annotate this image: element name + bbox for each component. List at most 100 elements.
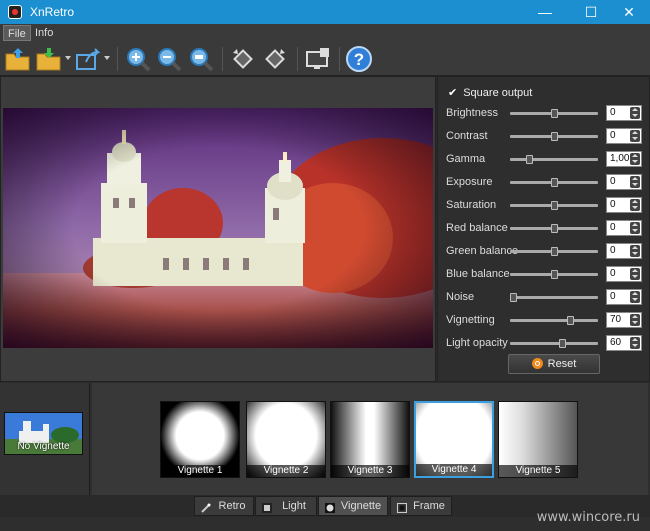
share-icon[interactable] <box>74 45 102 73</box>
contrast-spinbox[interactable]: 0 <box>606 128 642 144</box>
param-row-red-balance: Red balance 0 <box>438 219 650 237</box>
spinbox-arrows-icon[interactable] <box>630 222 640 234</box>
gamma-slider[interactable] <box>510 158 598 161</box>
slider-thumb[interactable] <box>550 132 558 141</box>
app-icon <box>8 5 22 19</box>
red-balance-spinbox[interactable]: 0 <box>606 220 642 236</box>
slider-thumb[interactable] <box>550 109 558 118</box>
spinbox-arrows-icon[interactable] <box>630 107 640 119</box>
preset-area: No Vignette Vignette 1 Vignette 2 Vignette… <box>0 383 650 531</box>
spinbox-arrows-icon[interactable] <box>630 199 640 211</box>
param-row-green-balance: Green balance 0 <box>438 242 650 260</box>
vignette-thumbnail-2[interactable]: Vignette 2 <box>246 401 326 478</box>
save-dropdown-caret[interactable] <box>65 56 71 60</box>
slider-thumb[interactable] <box>558 339 566 348</box>
noise-spinbox[interactable]: 0 <box>606 289 642 305</box>
save-folder-icon[interactable] <box>35 45 63 73</box>
zoom-in-icon[interactable] <box>124 45 152 73</box>
tab-retro[interactable]: Retro <box>194 496 254 516</box>
tab-light[interactable]: Light <box>255 496 317 516</box>
vignette-label: Vignette 5 <box>499 465 577 477</box>
menu-info[interactable]: Info <box>31 25 57 41</box>
spinbox-arrows-icon[interactable] <box>630 337 640 349</box>
slider-thumb[interactable] <box>550 224 558 233</box>
vignette-label: Vignette 1 <box>161 465 239 477</box>
maximize-button[interactable]: ☐ <box>570 0 612 24</box>
preview-area <box>0 76 436 382</box>
square-output-checkbox[interactable]: ✔ Square output <box>448 86 532 99</box>
close-button[interactable]: ✕ <box>608 0 650 24</box>
param-label: Red balance <box>446 222 508 234</box>
vignette-label: Vignette 2 <box>247 465 325 477</box>
exposure-spinbox[interactable]: 0 <box>606 174 642 190</box>
vignette-label: Vignette 4 <box>416 464 492 476</box>
spinbox-arrows-icon[interactable] <box>630 176 640 188</box>
open-folder-icon[interactable] <box>4 45 32 73</box>
blue-balance-spinbox[interactable]: 0 <box>606 266 642 282</box>
tab-frame[interactable]: Frame <box>390 496 452 516</box>
toolbar-separator <box>297 47 298 71</box>
no-vignette-label: No Vignette <box>17 441 70 452</box>
reset-icon <box>531 358 543 369</box>
noise-slider[interactable] <box>510 296 598 299</box>
gamma-spinbox[interactable]: 1,00 <box>606 151 642 167</box>
spinbox-arrows-icon[interactable] <box>630 153 640 165</box>
rotate-right-icon[interactable] <box>261 45 289 73</box>
spinbox-arrows-icon[interactable] <box>630 291 640 303</box>
tab-label: Frame <box>413 500 445 512</box>
spinbox-arrows-icon[interactable] <box>630 268 640 280</box>
rotate-left-icon[interactable] <box>229 45 257 73</box>
light-opacity-spinbox[interactable]: 60 <box>606 335 642 351</box>
slider-thumb[interactable] <box>550 201 558 210</box>
param-row-blue-balance: Blue balance 0 <box>438 265 650 283</box>
spinbox-arrows-icon[interactable] <box>630 314 640 326</box>
no-vignette-thumbnail[interactable]: No Vignette <box>4 412 83 455</box>
toolbar-separator <box>117 47 118 71</box>
spinbox-value: 0 <box>610 130 616 141</box>
param-row-brightness: Brightness 0 <box>438 104 650 122</box>
tab-vignette[interactable]: Vignette <box>318 496 388 516</box>
square-output-label: Square output <box>463 87 533 99</box>
adjustments-panel: ✔ Square output Brightness 0 Contrast 0 Gamma… <box>437 76 650 382</box>
spinbox-value: 0 <box>610 291 616 302</box>
vignette-thumbnail-5[interactable]: Vignette 5 <box>498 401 578 478</box>
slider-thumb[interactable] <box>510 293 517 302</box>
wallpaper-icon[interactable] <box>304 45 332 73</box>
help-icon[interactable]: ? <box>345 45 373 73</box>
reset-label: Reset <box>547 358 577 370</box>
saturation-spinbox[interactable]: 0 <box>606 197 642 213</box>
slider-thumb[interactable] <box>526 155 534 164</box>
minimize-button[interactable]: — <box>524 0 566 24</box>
tab-label: Vignette <box>340 500 382 512</box>
checkmark-icon: ✔ <box>448 87 458 99</box>
brightness-spinbox[interactable]: 0 <box>606 105 642 121</box>
vignetting-slider[interactable] <box>510 319 598 322</box>
vignette-thumbnail-4[interactable]: Vignette 4 <box>414 401 494 478</box>
window-title: XnRetro <box>30 5 75 19</box>
vignette-thumbnail-3[interactable]: Vignette 3 <box>330 401 410 478</box>
spinbox-value: 0 <box>610 107 616 118</box>
vignette-thumbnail-1[interactable]: Vignette 1 <box>160 401 240 478</box>
reset-button[interactable]: Reset <box>508 354 600 374</box>
slider-thumb[interactable] <box>566 316 574 325</box>
preview-image[interactable] <box>3 108 433 348</box>
spinbox-arrows-icon[interactable] <box>630 130 640 142</box>
slider-thumb[interactable] <box>550 178 558 187</box>
slider-thumb[interactable] <box>550 270 558 279</box>
green-balance-spinbox[interactable]: 0 <box>606 243 642 259</box>
vignetting-spinbox[interactable]: 70 <box>606 312 642 328</box>
zoom-fit-icon[interactable] <box>187 45 215 73</box>
spinbox-arrows-icon[interactable] <box>630 245 640 257</box>
param-row-saturation: Saturation 0 <box>438 196 650 214</box>
param-label: Light opacity <box>446 337 508 349</box>
tab-label: Light <box>282 500 306 512</box>
light-opacity-slider[interactable] <box>510 342 598 345</box>
toolbar: ? <box>0 42 650 76</box>
spinbox-value: 0 <box>610 245 616 256</box>
share-dropdown-caret[interactable] <box>104 56 110 60</box>
menu-file[interactable]: File <box>3 25 31 41</box>
title-bar: XnRetro — ☐ ✕ <box>0 0 650 24</box>
slider-thumb[interactable] <box>550 247 558 256</box>
zoom-out-icon[interactable] <box>155 45 183 73</box>
menu-bar: File Info <box>0 24 650 42</box>
